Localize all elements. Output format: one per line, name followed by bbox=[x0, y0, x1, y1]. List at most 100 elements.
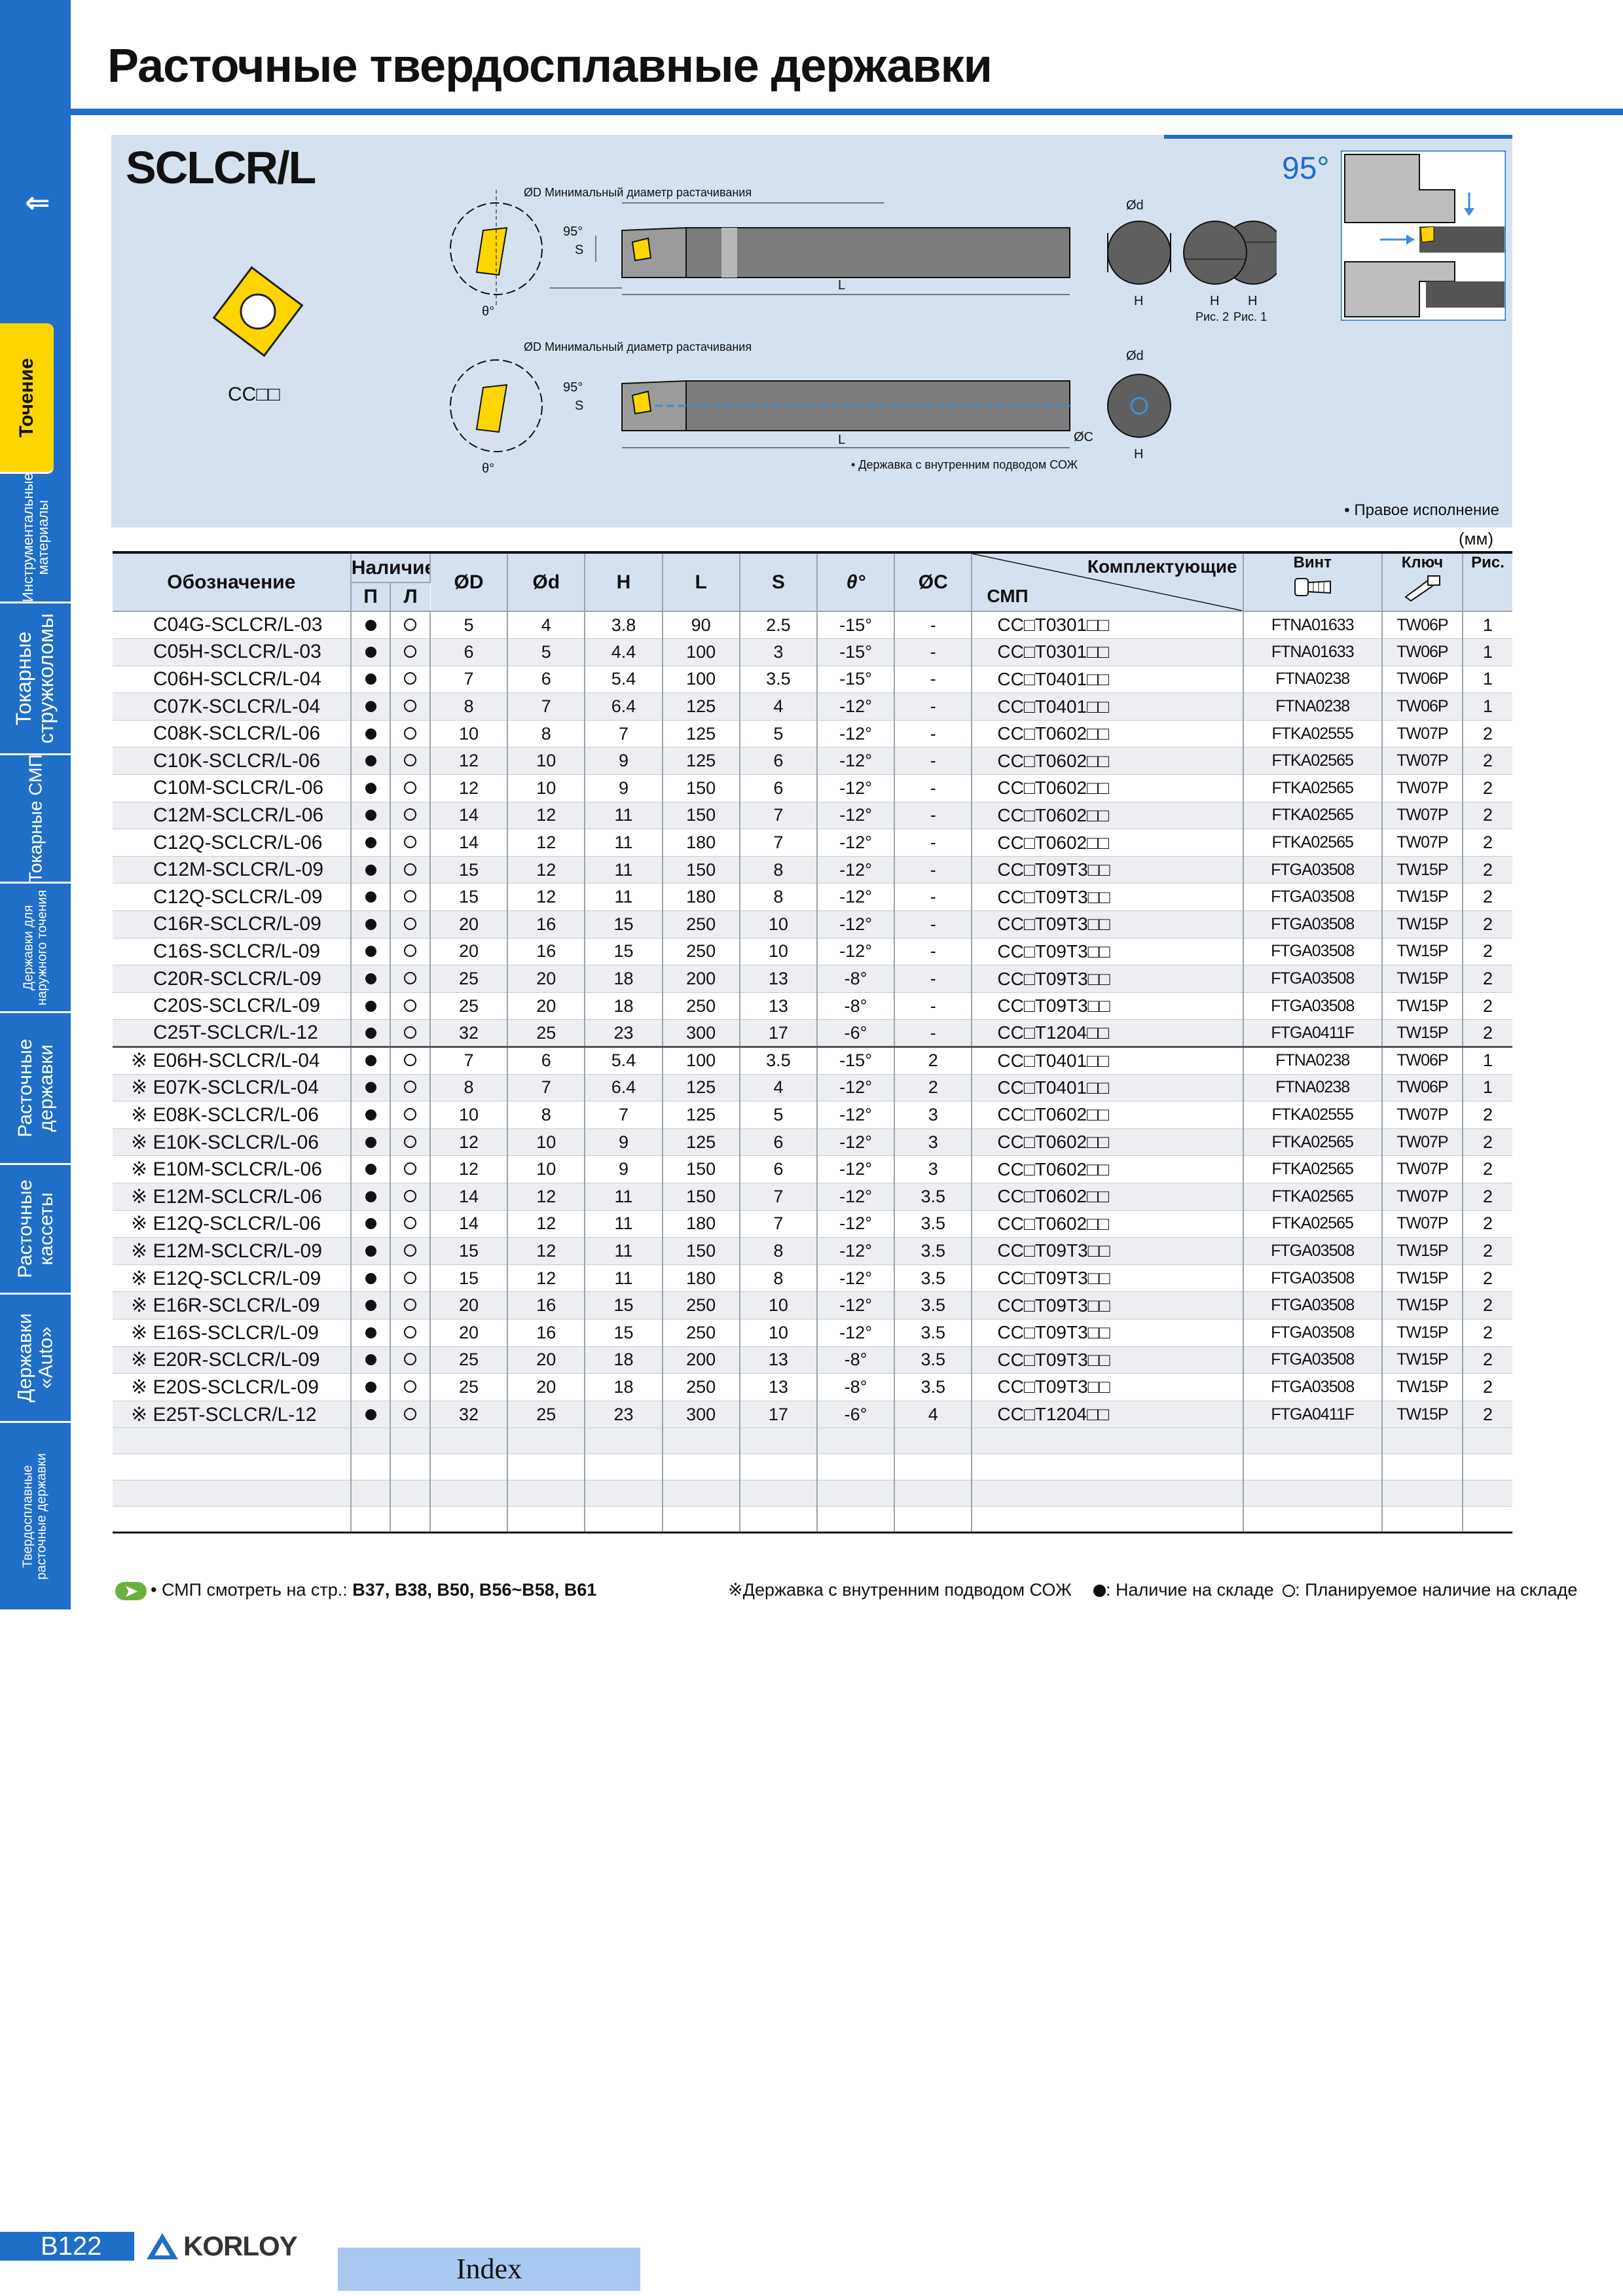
insert-label: CC□□ bbox=[228, 384, 280, 405]
cell-L: 250 bbox=[662, 992, 740, 1020]
stock-left-cell bbox=[390, 992, 431, 1020]
cell-code: ※ E06H-SCLCR/L-04 bbox=[113, 1046, 352, 1075]
cell-code: ※ E12Q-SCLCR/L-09 bbox=[113, 1265, 352, 1293]
insert-ref-pages[interactable]: B37, B38, B50, B56~B58, B61 bbox=[352, 1580, 596, 1600]
back-arrows-icon[interactable]: ⇐ bbox=[25, 185, 50, 220]
cell-screw: FTNA01633 bbox=[1243, 638, 1383, 666]
cell-C: 2 bbox=[894, 1046, 973, 1075]
sidebar-tab-1[interactable]: Инструментальные материалы bbox=[0, 473, 71, 603]
label-length: L bbox=[838, 278, 845, 293]
planned-ring-icon bbox=[404, 1407, 417, 1420]
blank-cell bbox=[350, 1427, 392, 1455]
cell-code: ※ E12Q-SCLCR/L-06 bbox=[113, 1210, 352, 1238]
sidebar-tab-0[interactable]: Точение bbox=[0, 323, 54, 474]
blank-cell bbox=[1381, 1427, 1464, 1455]
stock-left-cell bbox=[390, 720, 431, 748]
cell-H: 18 bbox=[585, 1373, 663, 1401]
cell-L: 250 bbox=[662, 910, 740, 939]
in-stock-dot-icon bbox=[365, 1272, 376, 1284]
cell-fig: 1 bbox=[1463, 1046, 1512, 1075]
cell-S: 7 bbox=[739, 829, 818, 857]
cell-C: 3.5 bbox=[894, 1237, 973, 1265]
sidebar-tab-4[interactable]: Державки для наружного точения bbox=[0, 884, 71, 1013]
cell-key: TW06P bbox=[1381, 666, 1464, 694]
stock-left-cell bbox=[390, 1128, 431, 1157]
in-stock-dot-icon bbox=[365, 782, 376, 794]
cell-L: 90 bbox=[662, 611, 740, 639]
planned-ring-icon bbox=[404, 618, 417, 631]
insert-shape-icon bbox=[212, 266, 304, 357]
cell-screw: FTNA0238 bbox=[1243, 1046, 1383, 1075]
korloy-logo-icon bbox=[147, 2233, 178, 2259]
cell-screw: FTGA03508 bbox=[1243, 1346, 1383, 1374]
cell-d: 12 bbox=[507, 1183, 586, 1211]
cell-theta: -8° bbox=[816, 992, 896, 1020]
cell-S: 17 bbox=[739, 1401, 818, 1429]
cell-key: TW15P bbox=[1381, 1237, 1464, 1265]
sidebar-tab-3[interactable]: Токарные СМП bbox=[0, 754, 71, 884]
col-S: S bbox=[739, 551, 818, 612]
blank-cell bbox=[113, 1506, 352, 1534]
cell-fig: 1 bbox=[1463, 638, 1512, 666]
product-panel: SCLCR/L CC□□ S 95° L θ° ØD Минимальный д… bbox=[111, 135, 1512, 528]
sidebar-tab-7[interactable]: Державки «Auto» bbox=[0, 1295, 71, 1423]
cell-D: 25 bbox=[429, 965, 509, 993]
table-row: C08K-SCLCR/L-06 10 8 7 125 5 -12° - CC□T0602□□ FT… bbox=[113, 720, 1512, 748]
blank-cell bbox=[1463, 1427, 1512, 1455]
stock-right-cell bbox=[350, 992, 392, 1020]
right-hand-note: • Правое исполнение bbox=[1344, 501, 1499, 519]
planned-ring-icon bbox=[404, 1217, 417, 1230]
cell-key: TW07P bbox=[1381, 1210, 1464, 1238]
cell-L: 300 bbox=[662, 1401, 740, 1429]
sidebar-tab-label: Державки «Auto» bbox=[14, 1313, 57, 1403]
cell-H: 15 bbox=[585, 1291, 663, 1319]
in-stock-dot-icon bbox=[365, 1027, 376, 1039]
cell-code: ※ E16S-SCLCR/L-09 bbox=[113, 1319, 352, 1347]
blank-cell bbox=[894, 1454, 973, 1481]
cell-theta: -12° bbox=[816, 1155, 896, 1183]
cell-D: 15 bbox=[429, 1237, 509, 1265]
blank-cell bbox=[972, 1427, 1244, 1455]
table-row: ※ E12Q-SCLCR/L-09 15 12 11 180 8 -12° 3.5 CC□T09… bbox=[113, 1265, 1512, 1293]
sidebar-tab-8[interactable]: Твердосплавные расточные державки bbox=[0, 1423, 71, 1611]
cell-D: 25 bbox=[429, 1373, 509, 1401]
cell-theta: -8° bbox=[816, 1346, 896, 1374]
stock-left-cell bbox=[390, 856, 431, 884]
cell-code: C05H-SCLCR/L-03 bbox=[113, 638, 352, 666]
cell-screw: FTKA02565 bbox=[1243, 1210, 1383, 1238]
blank-cell bbox=[585, 1454, 663, 1481]
label-d: Ød bbox=[1126, 198, 1144, 213]
cell-H: 9 bbox=[585, 1128, 663, 1157]
stock-left-cell bbox=[390, 774, 431, 802]
cell-H: 9 bbox=[585, 747, 663, 776]
planned-ring-icon bbox=[404, 944, 417, 958]
in-stock-dot-icon bbox=[365, 837, 376, 849]
cell-insert: CC□T1204□□ bbox=[972, 1019, 1244, 1047]
cell-insert: CC□T09T3□□ bbox=[972, 910, 1244, 939]
cell-insert: CC□T09T3□□ bbox=[972, 1319, 1244, 1347]
stock-left-cell bbox=[390, 965, 431, 993]
stock-right-cell bbox=[350, 965, 392, 993]
cell-screw: FTKA02565 bbox=[1243, 1128, 1383, 1157]
sidebar-tab-2[interactable]: Токарные стружколомы bbox=[0, 603, 71, 755]
index-button[interactable]: Index bbox=[338, 2248, 640, 2291]
in-stock-dot-icon bbox=[365, 755, 376, 767]
stock-right-cell bbox=[350, 774, 392, 802]
cell-C: - bbox=[894, 666, 973, 694]
sidebar-tab-label: Расточные кассеты bbox=[14, 1179, 57, 1278]
cell-C: - bbox=[894, 910, 973, 939]
brand-name: KORLOY bbox=[183, 2231, 298, 2261]
cell-D: 14 bbox=[429, 829, 509, 857]
in-stock-dot-icon bbox=[365, 1245, 376, 1257]
key-icon bbox=[1404, 575, 1441, 602]
sidebar-tab-5[interactable]: Расточные державки bbox=[0, 1013, 71, 1165]
table-row: ※ E06H-SCLCR/L-04 7 6 5.4 100 3.5 -15° 2 CC□T040… bbox=[113, 1046, 1512, 1075]
col-d: Ød bbox=[507, 551, 586, 612]
cell-C: 3 bbox=[894, 1101, 973, 1129]
sidebar-tab-6[interactable]: Расточные кассеты bbox=[0, 1165, 71, 1295]
cell-C: - bbox=[894, 747, 973, 776]
cell-H: 7 bbox=[585, 1101, 663, 1129]
cell-S: 3.5 bbox=[739, 666, 818, 694]
col-key: Ключ bbox=[1381, 551, 1464, 612]
blank-row bbox=[113, 1506, 1512, 1534]
